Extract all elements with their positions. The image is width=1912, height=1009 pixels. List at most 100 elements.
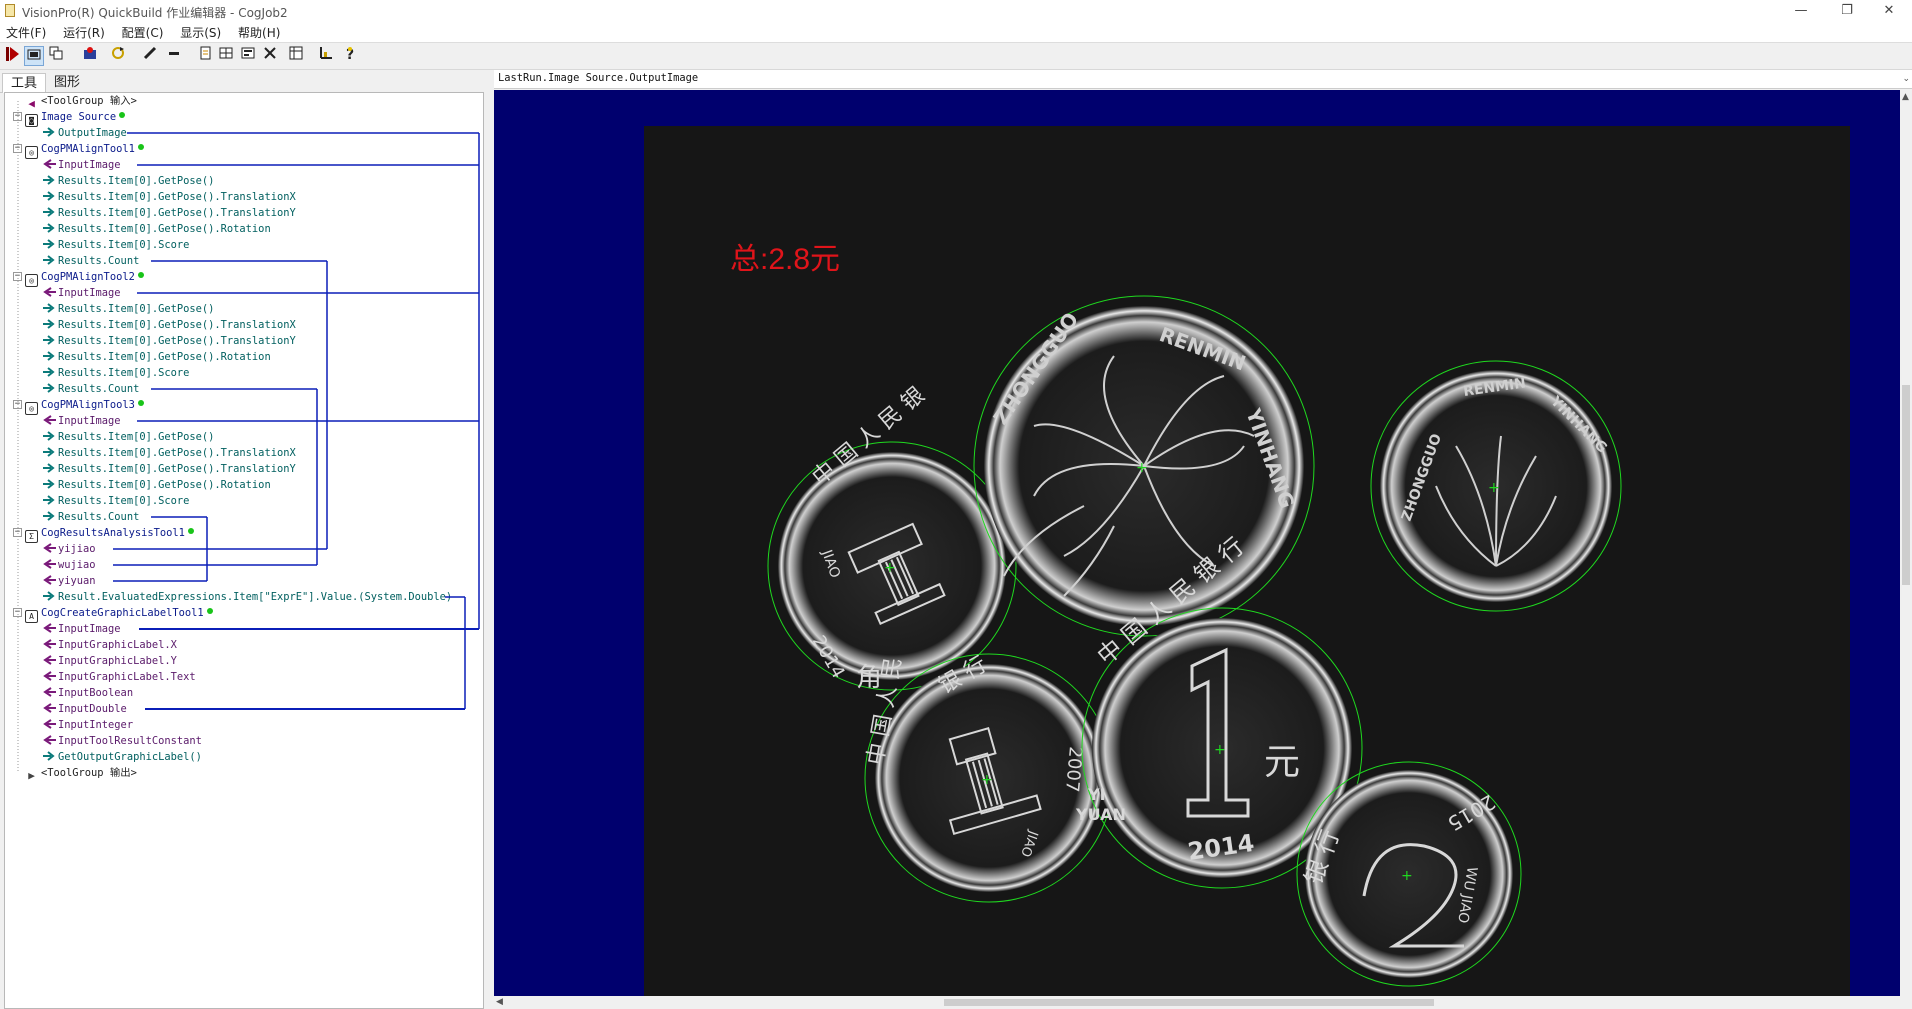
collapse-toggle-icon[interactable]: − [13,400,22,409]
tree-output-terminal[interactable]: Results.Item[0].GetPose().Rotation [43,221,271,237]
tree-input-terminal[interactable]: yijiao [43,541,96,557]
image-header: LastRun.Image Source.OutputImage ⌄ [494,70,1912,89]
tree-output-terminal[interactable]: Results.Item[0].Score [43,365,189,381]
chevron-down-icon[interactable]: ⌄ [1902,74,1910,84]
table-icon[interactable] [286,46,306,66]
tree-output-terminal[interactable]: OutputImage [43,125,127,141]
tools-icon[interactable] [260,46,280,66]
tab-graphics[interactable]: 图形 [46,73,88,92]
tree-tool-node[interactable]: − ◎ CogPMAlignTool1 [13,141,144,159]
tree-output-terminal[interactable]: Results.Count [43,381,139,397]
status-ok-icon [137,400,144,406]
menu-help[interactable]: 帮助(H) [232,22,287,41]
run-icon[interactable] [3,46,23,66]
tree-output-terminal[interactable]: Results.Item[0].GetPose() [43,429,214,445]
tree-group-node[interactable]: ◀ <ToolGroup 输入> [25,93,137,111]
tree-output-terminal[interactable]: Results.Item[0].GetPose().TranslationY [43,205,296,221]
tree-input-terminal[interactable]: InputInteger [43,717,133,733]
vertical-scroll-thumb[interactable] [1902,385,1910,585]
tree-input-terminal[interactable]: wujiao [43,557,96,573]
scroll-up-icon[interactable]: ▲ [1902,92,1909,102]
horizontal-scroll-thumb[interactable] [944,999,1434,1006]
tree-input-terminal[interactable]: InputGraphicLabel.Text [43,669,196,685]
pen-icon[interactable] [140,46,160,66]
tree-node-label: OutputImage [58,127,127,139]
tool-tree: ◀ <ToolGroup 输入> − ◙ Image Source OutputImage… [4,92,484,1009]
tree-node-label: Image Source [41,111,117,123]
tab-tools[interactable]: 工具 [2,73,47,93]
tree-output-terminal[interactable]: Results.Item[0].GetPose() [43,173,214,189]
vertical-scrollbar[interactable]: ▲ [1900,90,1912,996]
tree-output-terminal[interactable]: Result.EvaluatedExpressions.Item["ExprE"… [43,589,452,605]
collapse-toggle-icon[interactable]: − [13,144,22,153]
collapse-toggle-icon[interactable]: − [13,528,22,537]
tree-output-terminal[interactable]: GetOutputGraphicLabel() [43,749,202,765]
input-arrow-icon [43,638,56,649]
output-arrow-icon [43,382,55,393]
close-button[interactable]: ✕ [1866,0,1912,22]
record-icon[interactable] [80,46,100,66]
tree-node-label: yijiao [58,543,96,555]
tree-tool-node[interactable]: − Σ CogResultsAnalysisTool1 [13,525,194,543]
tree-output-terminal[interactable]: Results.Item[0].GetPose().TranslationX [43,317,296,333]
tree-output-terminal[interactable]: Results.Item[0].GetPose().Rotation [43,349,271,365]
tree-input-terminal[interactable]: InputGraphicLabel.X [43,637,177,653]
grid-icon[interactable] [216,46,236,66]
tree-output-terminal[interactable]: Results.Count [43,253,139,269]
image-viewport[interactable]: 中 国 人 民 银 2014 角 JIAO + ZHONGGUO RENMIN … [494,90,1900,996]
tree-output-terminal[interactable]: Results.Item[0].GetPose().TranslationX [43,189,296,205]
cycle-icon[interactable] [108,46,128,66]
tree-tool-node[interactable]: − ◎ CogPMAlignTool3 [13,397,144,415]
edit-icon[interactable] [196,46,216,66]
tree-output-terminal[interactable]: Results.Item[0].GetPose().TranslationY [43,461,296,477]
tree-output-terminal[interactable]: Results.Item[0].GetPose().TranslationX [43,445,296,461]
collapse-toggle-icon[interactable]: − [13,272,22,281]
tree-output-terminal[interactable]: Results.Item[0].GetPose() [43,301,214,317]
tree-input-terminal[interactable]: InputImage [43,157,121,173]
image-view-icon[interactable] [24,46,44,66]
tree-node-label: Results.Item[0].GetPose().TranslationY [58,335,296,347]
menu-run[interactable]: 运行(R) [57,22,112,41]
svg-text:+: + [1214,742,1226,758]
tree-input-terminal[interactable]: yiyuan [43,573,96,589]
camera-icon: ◙ [25,114,38,127]
tree-node-label: wujiao [58,559,96,571]
copy-icon[interactable] [46,46,66,66]
help-icon[interactable]: ? [340,46,360,66]
menu-config[interactable]: 配置(C) [116,22,171,41]
tree-output-terminal[interactable]: Results.Count [43,509,139,525]
input-arrow-icon [43,670,56,681]
tree-input-terminal[interactable]: InputImage [43,285,121,301]
tree-input-terminal[interactable]: InputGraphicLabel.Y [43,653,177,669]
menu-view[interactable]: 显示(S) [174,22,228,41]
display-icon[interactable] [238,46,258,66]
tree-input-terminal[interactable]: InputDouble [43,701,127,717]
tree-tool-node[interactable]: − A CogCreateGraphicLabelTool1 [13,605,213,623]
output-arrow-icon [43,126,55,137]
maximize-button[interactable]: ❐ [1824,0,1870,22]
collapse-toggle-icon[interactable]: − [13,608,22,617]
tree-input-terminal[interactable]: InputToolResultConstant [43,733,202,749]
tree-node-label: InputImage [58,623,121,635]
menu-file[interactable]: 文件(F) [0,22,53,41]
tree-output-terminal[interactable]: Results.Item[0].Score [43,493,189,509]
tree-output-terminal[interactable]: Results.Item[0].GetPose().TranslationY [43,333,296,349]
tree-input-terminal[interactable]: InputBoolean [43,685,133,701]
tree-input-terminal[interactable]: InputImage [43,621,121,637]
collapse-toggle-icon[interactable]: − [13,112,22,121]
panel-splitter[interactable] [484,70,494,1009]
chart-icon[interactable] [316,46,336,66]
status-ok-icon [119,112,126,118]
tree-output-terminal[interactable]: Results.Item[0].GetPose().Rotation [43,477,271,493]
tree-input-terminal[interactable]: InputImage [43,413,121,429]
minimize-button[interactable]: — [1778,0,1824,22]
tree-tool-node[interactable]: − ◎ CogPMAlignTool2 [13,269,144,287]
tree-output-terminal[interactable]: Results.Item[0].Score [43,237,189,253]
tree-group-node[interactable]: ▶ <ToolGroup 输出> [25,765,137,783]
scroll-left-icon[interactable]: ◀ [496,997,503,1007]
tree-tool-node[interactable]: − ◙ Image Source [13,109,126,127]
minus-icon[interactable] [164,46,184,66]
input-arrow-icon [43,734,56,745]
horizontal-scrollbar[interactable]: ◀ [494,996,1900,1009]
tree-node-label: Results.Item[0].Score [58,367,190,379]
